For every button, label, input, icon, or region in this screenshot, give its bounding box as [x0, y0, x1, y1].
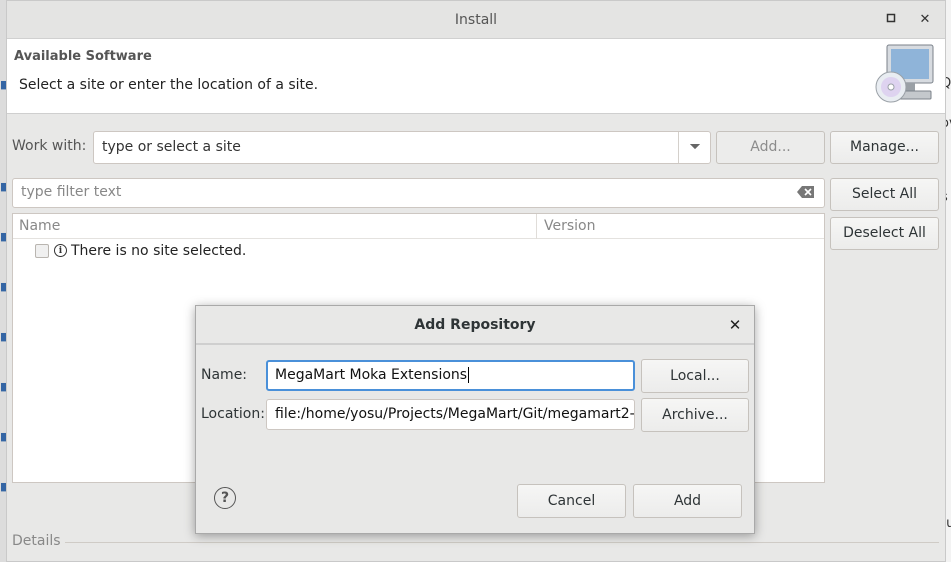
local-button[interactable]: Local... — [641, 359, 749, 393]
name-field[interactable]: MegaMart Moka Extensions — [266, 360, 635, 391]
help-button[interactable]: ? — [214, 487, 236, 509]
banner-message: Select a site or enter the location of a… — [19, 77, 319, 93]
location-label: Location: — [201, 406, 265, 422]
clear-filter-button[interactable] — [797, 185, 815, 201]
minimize-button[interactable] — [881, 10, 901, 30]
chevron-down-icon — [689, 144, 700, 149]
work-with-combo[interactable]: type or select a site — [93, 131, 711, 164]
dialog-title-separator — [196, 344, 754, 345]
details-label: Details — [12, 533, 61, 549]
work-with-dropdown-button[interactable] — [679, 132, 710, 163]
name-label: Name: — [201, 367, 248, 383]
details-separator — [65, 542, 939, 543]
minimize-icon — [886, 13, 896, 23]
deselect-all-button[interactable]: Deselect All — [830, 217, 939, 250]
close-icon: ✕ — [919, 12, 931, 27]
name-input-value[interactable]: MegaMart Moka Extensions — [275, 367, 470, 383]
clear-text-icon — [797, 186, 814, 198]
manage-sites-button[interactable]: Manage... — [830, 131, 939, 164]
column-header-name[interactable]: Name — [19, 214, 60, 239]
location-input-value[interactable]: file:/home/yosu/Projects/MegaMart/Git/me… — [275, 406, 634, 422]
window-titlebar: Install ✕ — [7, 1, 945, 39]
cancel-button[interactable]: Cancel — [517, 484, 626, 518]
window-close-button[interactable]: ✕ — [915, 10, 935, 30]
help-icon: ? — [220, 490, 230, 506]
add-button[interactable]: Add — [633, 484, 742, 518]
close-icon: ✕ — [728, 316, 742, 334]
work-with-label: Work with: — [12, 138, 87, 154]
archive-button[interactable]: Archive... — [641, 398, 749, 432]
location-field[interactable]: file:/home/yosu/Projects/MegaMart/Git/me… — [266, 399, 635, 430]
banner: Available Software Select a site or ente… — [7, 39, 945, 114]
add-site-button[interactable]: Add... — [716, 131, 825, 164]
info-icon: i — [54, 244, 67, 257]
select-all-button[interactable]: Select All — [830, 178, 939, 211]
text-cursor — [468, 367, 470, 383]
window-title: Install — [454, 12, 498, 28]
column-divider — [536, 214, 537, 239]
banner-title: Available Software — [14, 49, 152, 64]
install-computer-icon — [875, 44, 934, 103]
add-repository-dialog: Add Repository ✕ Name: MegaMart Moka Ext… — [195, 305, 755, 534]
column-header-version[interactable]: Version — [544, 214, 595, 239]
dialog-title: Add Repository — [196, 306, 754, 344]
work-with-input[interactable]: type or select a site — [102, 139, 241, 155]
dialog-close-button[interactable]: ✕ — [724, 315, 746, 335]
row-checkbox[interactable] — [35, 244, 49, 258]
empty-table-message: There is no site selected. — [71, 243, 247, 259]
filter-input[interactable]: type filter text — [21, 184, 121, 200]
filter-field[interactable]: type filter text — [12, 178, 825, 208]
table-header — [13, 214, 824, 239]
